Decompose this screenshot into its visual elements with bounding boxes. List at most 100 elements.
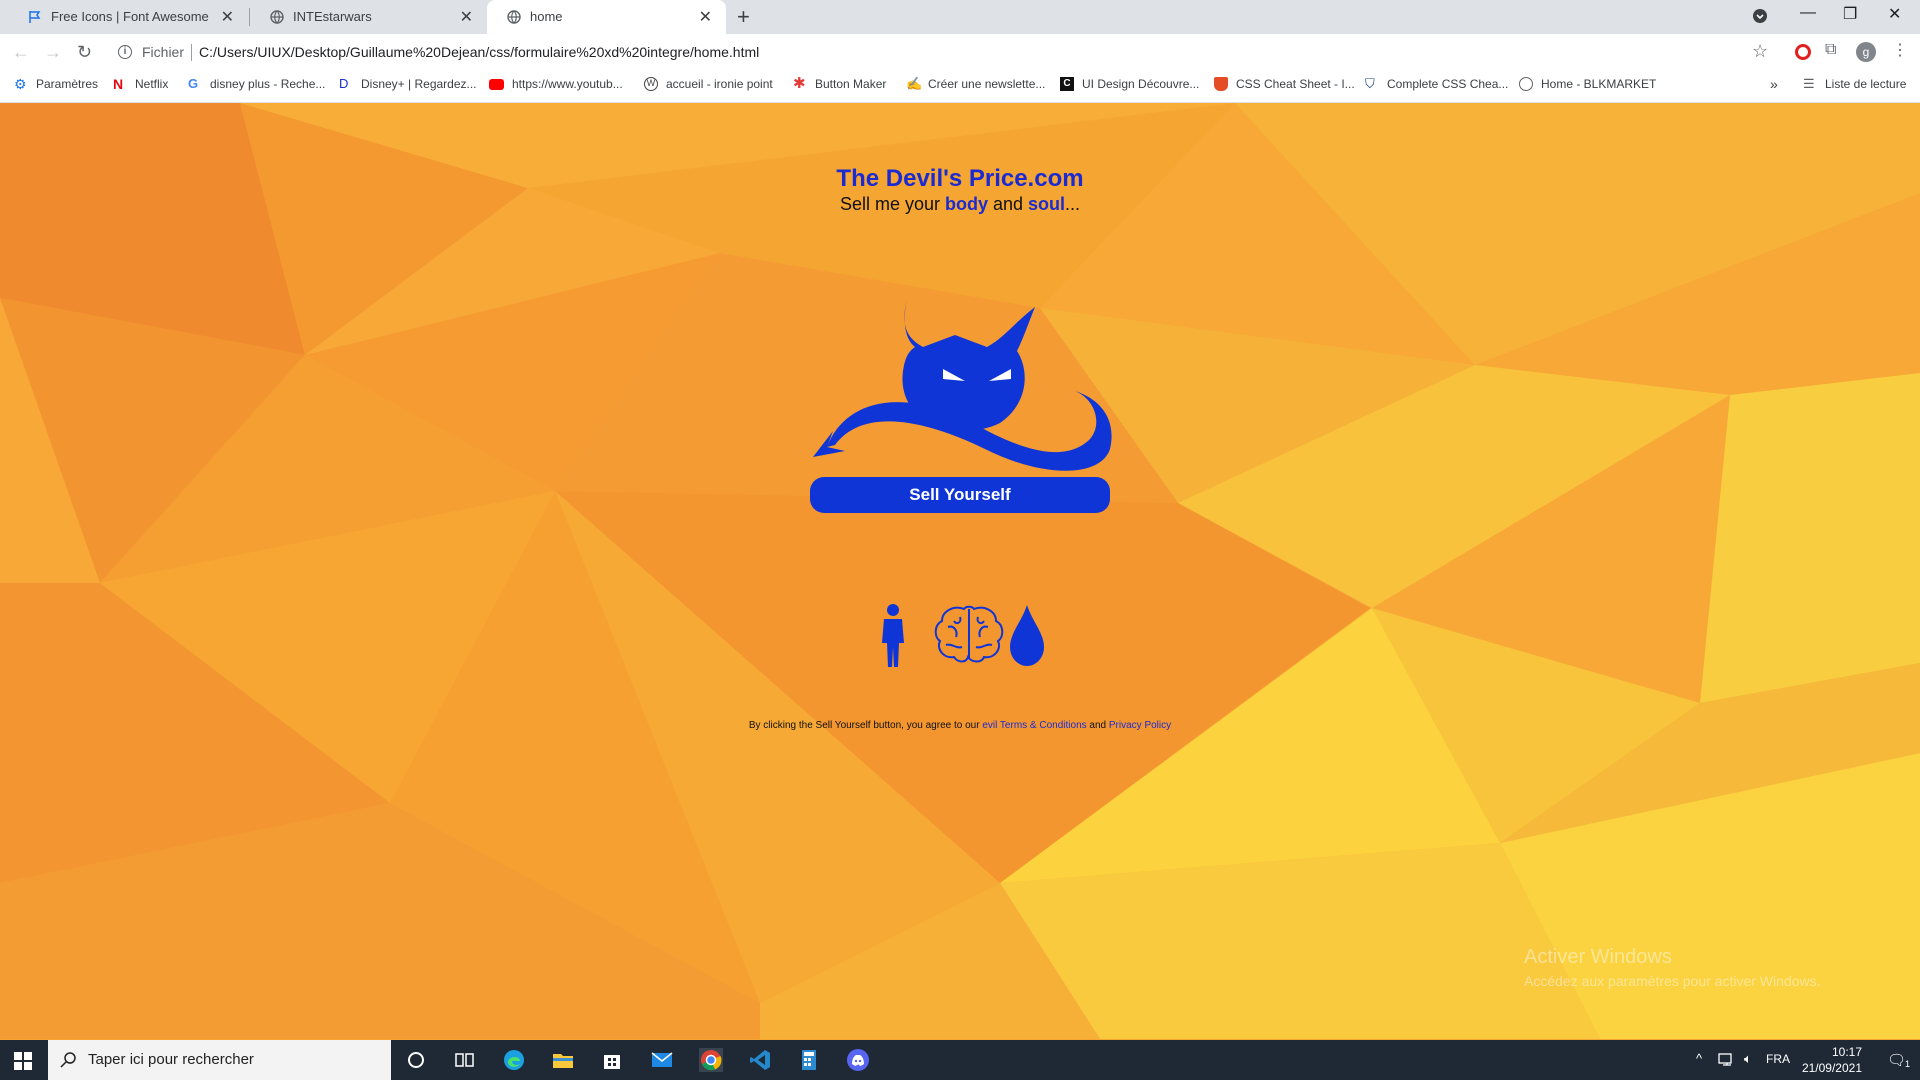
info-icon[interactable]: i bbox=[118, 45, 132, 59]
back-icon[interactable]: ← bbox=[12, 42, 30, 63]
tab-label: Free Icons | Font Awesome bbox=[51, 9, 209, 24]
globe-icon bbox=[270, 10, 284, 24]
globe-icon bbox=[507, 10, 521, 24]
task-view-icon[interactable] bbox=[452, 1048, 476, 1072]
bookmark-newsletter[interactable]: ✍ Créer une newslette... bbox=[906, 76, 1046, 92]
menu-icon[interactable]: ⋮ bbox=[1892, 40, 1908, 60]
reading-list-icon: ☰ bbox=[1803, 76, 1815, 91]
activation-watermark: Activer Windows Accédez aux paramètres p… bbox=[1524, 946, 1820, 989]
close-tab-icon[interactable]: ✕ bbox=[699, 7, 712, 27]
reading-list[interactable]: ☰ Liste de lecture bbox=[1803, 76, 1907, 92]
calculator-icon[interactable] bbox=[797, 1048, 821, 1072]
bookmark-label: Créer une newslette... bbox=[928, 77, 1046, 91]
search-placeholder: Taper ici pour rechercher bbox=[88, 1051, 254, 1068]
star-burst-icon: ✱ bbox=[793, 75, 806, 92]
edge-icon[interactable] bbox=[502, 1048, 526, 1072]
scheme-label: Fichier bbox=[142, 44, 185, 60]
mail-icon[interactable] bbox=[650, 1048, 674, 1072]
opera-extension-icon[interactable] bbox=[1795, 44, 1811, 60]
url-text[interactable]: C:/Users/UIUX/Desktop/Guillaume%20Dejean… bbox=[199, 44, 759, 60]
netflix-icon: N bbox=[113, 76, 124, 92]
language-indicator[interactable]: FRA bbox=[1766, 1052, 1790, 1066]
omnibox-separator bbox=[191, 44, 192, 61]
bookmark-netflix[interactable]: N Netflix bbox=[113, 77, 168, 91]
clock-time: 10:17 bbox=[1831, 1045, 1862, 1059]
html5-icon bbox=[1214, 77, 1228, 91]
chrome-icon[interactable] bbox=[699, 1048, 723, 1072]
tagline-body: body bbox=[944, 194, 988, 214]
drop-icon bbox=[1010, 605, 1044, 666]
terms-prefix: By clicking the Sell Yourself button, yo… bbox=[748, 720, 983, 731]
tab-label: home bbox=[530, 9, 563, 24]
notification-count: 1 bbox=[1904, 1059, 1910, 1069]
devil-logo-icon bbox=[813, 299, 1112, 471]
minimize-icon[interactable]: — bbox=[1800, 4, 1816, 22]
reading-list-label: Liste de lecture bbox=[1825, 77, 1907, 91]
extensions-icon[interactable]: ⧉ bbox=[1825, 41, 1836, 59]
close-tab-icon[interactable]: ✕ bbox=[460, 7, 473, 27]
bookmark-ironie-point[interactable]: W accueil - ironie point bbox=[644, 77, 773, 91]
forward-icon[interactable]: → bbox=[44, 42, 62, 63]
volume-icon[interactable]: 🔈︎ bbox=[1744, 1051, 1752, 1067]
disney-icon: D bbox=[339, 76, 349, 91]
clock-date: 21/09/2021 bbox=[1801, 1061, 1862, 1075]
search-icon bbox=[60, 1052, 76, 1068]
bookmark-label: Button Maker bbox=[815, 77, 887, 91]
shield-icon: ⛉ bbox=[1365, 76, 1375, 91]
signature-icon: ✍ bbox=[906, 76, 923, 91]
discord-icon[interactable] bbox=[846, 1048, 870, 1072]
tab-intestarwars[interactable]: INTEstarwars ✕ bbox=[250, 0, 487, 34]
restore-icon[interactable]: ❐ bbox=[1843, 4, 1857, 24]
tab-search-icon[interactable] bbox=[1752, 8, 1768, 29]
bookmark-ui-design[interactable]: C UI Design Découvre... bbox=[1060, 77, 1199, 91]
windows-start-icon[interactable] bbox=[14, 1052, 32, 1070]
cortana-icon[interactable] bbox=[404, 1048, 428, 1072]
clock[interactable]: 10:17 21/09/2021 bbox=[1802, 1044, 1862, 1076]
bookmark-label: Paramètres bbox=[36, 77, 99, 91]
close-tab-icon[interactable]: ✕ bbox=[221, 7, 234, 27]
bookmark-blkmarket[interactable]: Home - BLKMARKET bbox=[1519, 77, 1656, 91]
sell-yourself-button[interactable]: Sell Yourself bbox=[810, 477, 1110, 513]
close-window-icon[interactable]: ✕ bbox=[1888, 4, 1901, 24]
tagline-suffix: ... bbox=[1065, 194, 1081, 214]
bookmark-button-maker[interactable]: ✱ Button Maker bbox=[793, 75, 887, 92]
profile-avatar[interactable]: g bbox=[1856, 42, 1876, 62]
taskbar-search[interactable]: Taper ici pour rechercher bbox=[48, 1040, 391, 1080]
bookmark-label: https://www.youtub... bbox=[512, 77, 623, 91]
bookmark-label: CSS Cheat Sheet - I... bbox=[1236, 77, 1355, 91]
bookmark-youtube[interactable]: https://www.youtub... bbox=[489, 77, 623, 91]
bookmark-complete-css[interactable]: ⛉ Complete CSS Chea... bbox=[1365, 76, 1508, 92]
gear-icon: ⚙ bbox=[14, 76, 27, 92]
youtube-icon bbox=[489, 78, 504, 90]
reload-icon[interactable]: ↻ bbox=[77, 42, 92, 63]
more-bookmarks-icon[interactable]: » bbox=[1770, 76, 1778, 92]
network-icon[interactable] bbox=[1718, 1052, 1736, 1068]
bookmarks-bar: ⚙ Paramètres N Netflix G disney plus - R… bbox=[0, 70, 1920, 103]
bookmark-disney-search[interactable]: G disney plus - Reche... bbox=[188, 77, 325, 92]
bookmark-css-cheat-sheet[interactable]: CSS Cheat Sheet - I... bbox=[1214, 77, 1355, 91]
privacy-link[interactable]: Privacy Policy bbox=[1109, 720, 1171, 731]
bookmark-disney-plus[interactable]: D Disney+ | Regardez... bbox=[339, 76, 477, 92]
show-hidden-icons[interactable]: ^ bbox=[1696, 1051, 1702, 1066]
file-explorer-icon[interactable] bbox=[551, 1048, 575, 1072]
terms-link[interactable]: evil Terms & Conditions bbox=[982, 720, 1086, 731]
person-icon bbox=[882, 604, 904, 667]
bookmark-label: Home - BLKMARKET bbox=[1541, 77, 1657, 91]
new-tab-button[interactable]: + bbox=[737, 4, 750, 30]
omnibox[interactable]: i Fichier C:/Users/UIUX/Desktop/Guillaum… bbox=[110, 39, 1782, 67]
bookmark-parametres[interactable]: ⚙ Paramètres bbox=[14, 77, 98, 91]
store-icon[interactable] bbox=[600, 1048, 624, 1072]
flag-icon bbox=[29, 11, 41, 23]
vscode-icon[interactable] bbox=[748, 1048, 772, 1072]
tagline: Sell me your body and soul... bbox=[0, 194, 1920, 215]
taskbar: Taper ici pour rechercher ^ 🔈︎ FRA 10:17… bbox=[0, 1040, 1920, 1080]
tab-home[interactable]: home ✕ bbox=[487, 0, 726, 34]
bookmark-label: UI Design Découvre... bbox=[1082, 77, 1200, 91]
tagline-soul: soul bbox=[1028, 194, 1066, 214]
watermark-title: Activer Windows bbox=[1524, 946, 1672, 968]
globe-icon bbox=[1519, 77, 1533, 91]
tab-font-awesome[interactable]: Free Icons | Font Awesome ✕ bbox=[8, 0, 248, 34]
notifications-icon[interactable]: 🗨︎ bbox=[1887, 1051, 1906, 1069]
bookmark-star-icon[interactable]: ☆ bbox=[1752, 41, 1768, 62]
address-bar: ← → ↻ i Fichier C:/Users/UIUX/Desktop/Gu… bbox=[0, 34, 1920, 70]
